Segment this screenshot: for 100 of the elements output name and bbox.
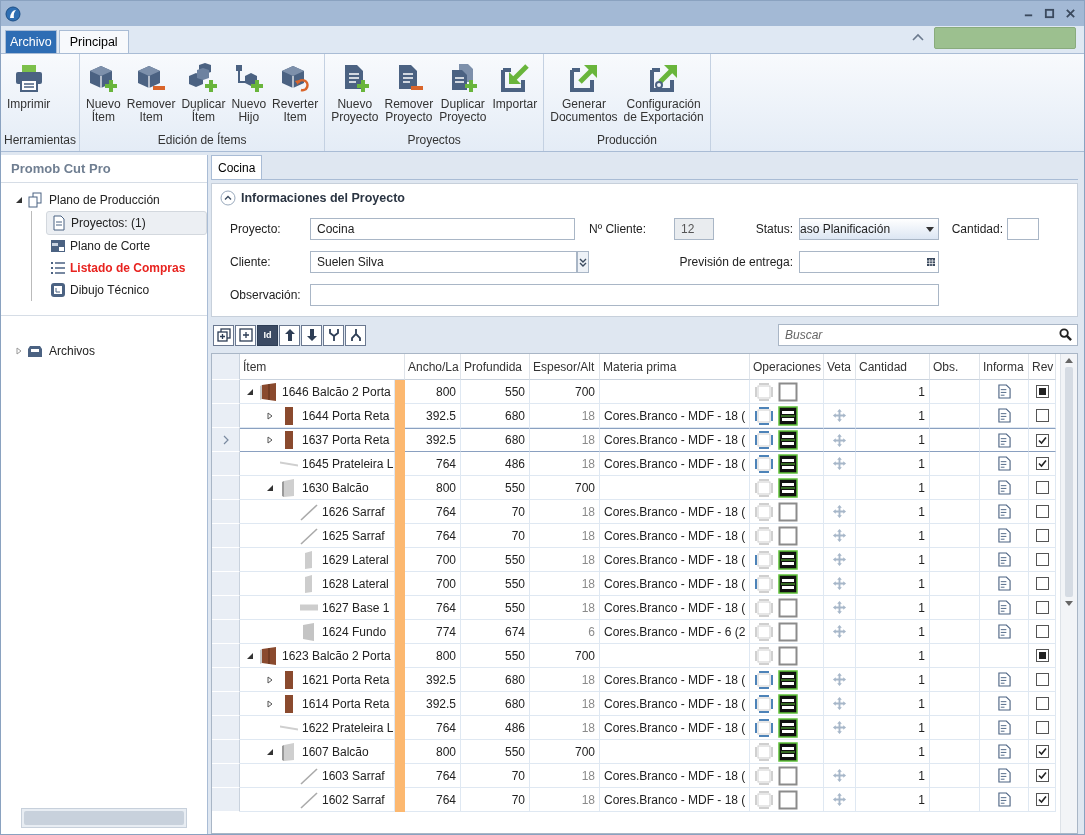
expander-icon[interactable]: [266, 411, 274, 420]
document-info-icon[interactable]: [997, 504, 1011, 519]
checkbox[interactable]: [1035, 625, 1049, 638]
edge-banding-icon[interactable]: [754, 717, 774, 738]
input-field[interactable]: [1007, 218, 1039, 240]
maximize-icon[interactable]: [1044, 8, 1055, 19]
column-header[interactable]: Informa: [980, 354, 1029, 380]
edge-banding-icon[interactable]: [754, 693, 774, 714]
document-info-icon[interactable]: [997, 696, 1011, 711]
column-header[interactable]: Profundida: [461, 354, 530, 380]
table-row[interactable]: 1644 Porta Reta 392.5 680 18 Cores.Branco - MDF - 18 ( 1: [212, 404, 1060, 428]
id-toggle-button[interactable]: Id: [257, 324, 278, 346]
calendar-icon[interactable]: [927, 258, 935, 266]
expander-icon[interactable]: [266, 747, 274, 756]
ribbon-button[interactable]: Nuevo Ítem: [83, 54, 124, 133]
checkbox[interactable]: [1035, 793, 1049, 806]
input-field[interactable]: [310, 284, 939, 306]
checkbox[interactable]: [1035, 649, 1049, 662]
edge-banding-icon[interactable]: [754, 669, 774, 690]
machining-icon[interactable]: [778, 405, 798, 426]
empty-square-icon[interactable]: [778, 621, 798, 642]
table-row[interactable]: 1614 Porta Reta 392.5 680 18 Cores.Branco - MDF - 18 ( 1: [212, 692, 1060, 716]
expander-icon[interactable]: [266, 483, 274, 492]
toolbar-button[interactable]: [345, 324, 366, 346]
tree-item[interactable]: Listado de Compras: [46, 257, 207, 279]
scrollbar[interactable]: [1060, 354, 1077, 833]
table-row[interactable]: 1607 Balcão 800 550 700 1: [212, 740, 1060, 764]
selected-tree-item[interactable]: Proyectos: (1): [46, 211, 207, 235]
document-info-icon[interactable]: [997, 480, 1011, 495]
table-row[interactable]: 1627 Base 1 764 550 18 Cores.Branco - MDF - 18 ( 1: [212, 596, 1060, 620]
column-header[interactable]: Ítem: [240, 354, 405, 380]
checkbox[interactable]: [1035, 457, 1049, 470]
document-info-icon[interactable]: [997, 624, 1011, 639]
search-field[interactable]: Buscar: [778, 324, 1078, 346]
column-header[interactable]: Materia prima: [600, 354, 750, 380]
ribbon-button[interactable]: Nuevo Hijo: [228, 54, 270, 133]
checkbox[interactable]: [1035, 481, 1049, 494]
table-row[interactable]: 1630 Balcão 800 550 700 1: [212, 476, 1060, 500]
checkbox[interactable]: [1035, 601, 1049, 614]
table-row[interactable]: 1645 Prateleira L 764 486 18 Cores.Branco - MDF - 18 ( 1: [212, 452, 1060, 476]
machining-icon[interactable]: [778, 741, 798, 762]
ribbon-tab[interactable]: Archivo: [5, 30, 57, 53]
ribbon-button[interactable]: Duplicar Proyecto: [436, 54, 490, 133]
ribbon-button[interactable]: Nuevo Proyecto: [328, 54, 382, 133]
expander-icon[interactable]: [266, 436, 274, 444]
table-row[interactable]: 1629 Lateral 700 550 18 Cores.Branco - MDF - 18 ( 1: [212, 548, 1060, 572]
document-info-icon[interactable]: [997, 792, 1011, 807]
table-row[interactable]: 1622 Prateleira L 764 486 18 Cores.Branco - MDF - 18 ( 1: [212, 716, 1060, 740]
edge-banding-icon[interactable]: [754, 405, 774, 426]
table-row[interactable]: 1602 Sarraf 764 70 18 Cores.Branco - MDF - 18 ( 1: [212, 788, 1060, 812]
ribbon-button[interactable]: Imprimir: [4, 54, 54, 133]
machining-icon[interactable]: [778, 430, 798, 450]
document-tab[interactable]: Cocina: [211, 155, 263, 179]
search-icon[interactable]: [1059, 328, 1072, 341]
checkbox[interactable]: [1035, 673, 1049, 686]
expander-icon[interactable]: [246, 387, 254, 396]
table-row[interactable]: 1624 Fundo 774 674 6 Cores.Branco - MDF - 6 (2 1: [212, 620, 1060, 644]
column-header[interactable]: Cantidad: [856, 354, 930, 380]
input-field[interactable]: Cocina: [310, 218, 575, 240]
ribbon-button[interactable]: Duplicar Ítem: [178, 54, 229, 133]
column-header[interactable]: Espesor/Alt: [530, 354, 600, 380]
table-row[interactable]: 1646 Balcão 2 Porta 800 550 700 1: [212, 380, 1060, 404]
checkbox[interactable]: [1035, 745, 1049, 758]
collapse-ribbon-icon[interactable]: [912, 33, 924, 41]
table-row[interactable]: 1603 Sarraf 764 70 18 Cores.Branco - MDF - 18 ( 1: [212, 764, 1060, 788]
edge-banding-icon[interactable]: [754, 430, 774, 450]
checkbox[interactable]: [1035, 577, 1049, 590]
tree-item[interactable]: Plano de Producción: [47, 191, 162, 209]
column-header[interactable]: Veta: [824, 354, 856, 380]
document-info-icon[interactable]: [997, 432, 1011, 448]
table-row[interactable]: 1626 Sarraf 764 70 18 Cores.Branco - MDF - 18 ( 1: [212, 500, 1060, 524]
date-field[interactable]: [799, 251, 939, 273]
collapse-button-icon[interactable]: [220, 190, 236, 206]
input-field[interactable]: Suelen Silva: [310, 251, 577, 273]
expander-icon[interactable]: [266, 675, 274, 684]
tree-item[interactable]: Plano de Corte: [46, 235, 207, 257]
document-info-icon[interactable]: [997, 552, 1011, 567]
document-info-icon[interactable]: [997, 384, 1011, 399]
checkbox[interactable]: [1035, 769, 1049, 782]
checkbox[interactable]: [1035, 529, 1049, 542]
column-header[interactable]: Operaciones: [750, 354, 824, 380]
checkbox[interactable]: [1035, 433, 1049, 447]
machining-icon[interactable]: [778, 717, 798, 738]
machining-icon[interactable]: [778, 477, 798, 498]
checkbox[interactable]: [1035, 553, 1049, 566]
expander-icon[interactable]: [266, 699, 274, 708]
document-info-icon[interactable]: [997, 576, 1011, 591]
scroll-up-icon[interactable]: [1065, 358, 1073, 363]
table-row[interactable]: 1628 Lateral 700 550 18 Cores.Branco - MDF - 18 ( 1: [212, 572, 1060, 596]
ribbon-button[interactable]: Reverter Item: [269, 54, 322, 133]
column-header[interactable]: Rev: [1029, 354, 1056, 380]
ribbon-button[interactable]: Generar Documentos: [547, 54, 621, 133]
column-header[interactable]: Ancho/La: [405, 354, 461, 380]
ribbon-button[interactable]: Remover Proyecto: [381, 54, 437, 133]
checkbox[interactable]: [1035, 697, 1049, 710]
document-info-icon[interactable]: [997, 600, 1011, 615]
document-info-icon[interactable]: [997, 528, 1011, 543]
table-row[interactable]: 1625 Sarraf 764 70 18 Cores.Branco - MDF - 18 ( 1: [212, 524, 1060, 548]
document-info-icon[interactable]: [997, 408, 1011, 423]
toolbar-button[interactable]: [213, 324, 234, 346]
